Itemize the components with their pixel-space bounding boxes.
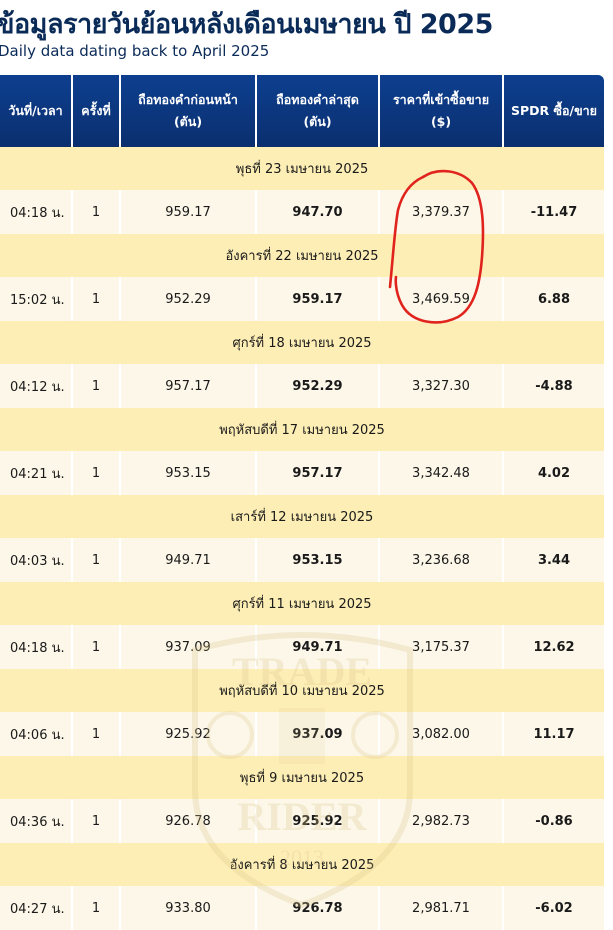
latest-holdings-cell: 937.09 — [256, 712, 380, 756]
trade-price-cell: 3,469.59 — [379, 277, 504, 321]
header-latest-holdings: ถือทองคำล่าสุด (ตัน) — [256, 75, 380, 147]
previous-holdings-cell: 926.78 — [120, 799, 257, 843]
table-row: 15:02 น. 1 952.29 959.17 3,469.59 6.88 — [0, 277, 604, 321]
page-title: ข้อมูลรายวันย้อนหลังเดือนเมษายน ปี 2025 — [0, 9, 493, 40]
previous-holdings-cell: 953.15 — [120, 451, 257, 495]
time-cell: 15:02 น. — [0, 277, 73, 321]
latest-holdings-cell: 953.15 — [256, 538, 380, 582]
latest-holdings-cell: 949.71 — [256, 625, 380, 669]
table-row: 04:36 น. 1 926.78 925.92 2,982.73 -0.86 — [0, 799, 604, 843]
table-row: 04:12 น. 1 957.17 952.29 3,327.30 -4.88 — [0, 364, 604, 408]
header-date-time: วันที่/เวลา — [0, 75, 73, 147]
time-cell: 04:03 น. — [0, 538, 73, 582]
date-group-row: เสาร์ที่ 12 เมษายน 2025 — [0, 495, 604, 538]
date-group-row: พฤหัสบดีที่ 17 เมษายน 2025 — [0, 408, 604, 451]
header-count: ครั้งที่ — [72, 75, 121, 147]
count-cell: 1 — [72, 190, 121, 234]
table-row: 04:27 น. 1 933.80 926.78 2,981.71 -6.02 — [0, 886, 604, 930]
count-cell: 1 — [72, 538, 121, 582]
time-cell: 04:12 น. — [0, 364, 73, 408]
time-cell: 04:21 น. — [0, 451, 73, 495]
change-cell: 12.62 — [503, 625, 604, 669]
previous-holdings-cell: 925.92 — [120, 712, 257, 756]
date-label: อังคารที่ 8 เมษายน 2025 — [0, 843, 604, 886]
table-body: พุธที่ 23 เมษายน 2025 04:18 น. 1 959.17 947.… — [0, 147, 604, 930]
date-group-row: พุธที่ 23 เมษายน 2025 — [0, 147, 604, 190]
trade-price-cell: 3,082.00 — [379, 712, 504, 756]
table-header-row: วันที่/เวลา ครั้งที่ ถือทองคำก่อนหน้า (ต… — [0, 75, 604, 147]
latest-holdings-cell: 926.78 — [256, 886, 380, 930]
table-row: 04:03 น. 1 949.71 953.15 3,236.68 3.44 — [0, 538, 604, 582]
date-label: เสาร์ที่ 12 เมษายน 2025 — [0, 495, 604, 538]
date-group-row: พฤหัสบดีที่ 10 เมษายน 2025 — [0, 669, 604, 712]
previous-holdings-cell: 959.17 — [120, 190, 257, 234]
change-cell: 3.44 — [503, 538, 604, 582]
latest-holdings-cell: 925.92 — [256, 799, 380, 843]
previous-holdings-cell: 952.29 — [120, 277, 257, 321]
date-label: พุธที่ 9 เมษายน 2025 — [0, 756, 604, 799]
previous-holdings-cell: 957.17 — [120, 364, 257, 408]
trade-price-cell: 2,981.71 — [379, 886, 504, 930]
trade-price-cell: 3,379.37 — [379, 190, 504, 234]
count-cell: 1 — [72, 277, 121, 321]
count-cell: 1 — [72, 799, 121, 843]
count-cell: 1 — [72, 364, 121, 408]
header-spdr-buy-sell: SPDR ซื้อ/ขาย — [503, 75, 604, 147]
trade-price-cell: 2,982.73 — [379, 799, 504, 843]
trade-price-cell: 3,175.37 — [379, 625, 504, 669]
date-label: พฤหัสบดีที่ 17 เมษายน 2025 — [0, 408, 604, 451]
time-cell: 04:27 น. — [0, 886, 73, 930]
change-cell: -4.88 — [503, 364, 604, 408]
change-cell: -11.47 — [503, 190, 604, 234]
count-cell: 1 — [72, 886, 121, 930]
date-group-row: ศุกร์ที่ 18 เมษายน 2025 — [0, 321, 604, 364]
date-group-row: อังคารที่ 22 เมษายน 2025 — [0, 234, 604, 277]
spdr-holdings-table: วันที่/เวลา ครั้งที่ ถือทองคำก่อนหน้า (ต… — [0, 75, 604, 930]
date-label: ศุกร์ที่ 11 เมษายน 2025 — [0, 582, 604, 625]
header-previous-holdings: ถือทองคำก่อนหน้า (ตัน) — [120, 75, 257, 147]
trade-price-cell: 3,236.68 — [379, 538, 504, 582]
trade-price-cell: 3,342.48 — [379, 451, 504, 495]
count-cell: 1 — [72, 451, 121, 495]
date-label: พุธที่ 23 เมษายน 2025 — [0, 147, 604, 190]
previous-holdings-cell: 933.80 — [120, 886, 257, 930]
table-row: 04:18 น. 1 959.17 947.70 3,379.37 -11.47 — [0, 190, 604, 234]
page-subtitle: Daily data dating back to April 2025 — [0, 42, 270, 60]
table-row: 04:21 น. 1 953.15 957.17 3,342.48 4.02 — [0, 451, 604, 495]
date-label: ศุกร์ที่ 18 เมษายน 2025 — [0, 321, 604, 364]
latest-holdings-cell: 959.17 — [256, 277, 380, 321]
latest-holdings-cell: 947.70 — [256, 190, 380, 234]
previous-holdings-cell: 937.09 — [120, 625, 257, 669]
trade-price-cell: 3,327.30 — [379, 364, 504, 408]
change-cell: 11.17 — [503, 712, 604, 756]
change-cell: 6.88 — [503, 277, 604, 321]
table-row: 04:06 น. 1 925.92 937.09 3,082.00 11.17 — [0, 712, 604, 756]
header-trade-price: ราคาที่เข้าซื้อขาย ($) — [379, 75, 504, 147]
date-label: พฤหัสบดีที่ 10 เมษายน 2025 — [0, 669, 604, 712]
count-cell: 1 — [72, 712, 121, 756]
change-cell: -0.86 — [503, 799, 604, 843]
count-cell: 1 — [72, 625, 121, 669]
date-group-row: พุธที่ 9 เมษายน 2025 — [0, 756, 604, 799]
time-cell: 04:18 น. — [0, 190, 73, 234]
previous-holdings-cell: 949.71 — [120, 538, 257, 582]
date-label: อังคารที่ 22 เมษายน 2025 — [0, 234, 604, 277]
time-cell: 04:36 น. — [0, 799, 73, 843]
change-cell: 4.02 — [503, 451, 604, 495]
date-group-row: อังคารที่ 8 เมษายน 2025 — [0, 843, 604, 886]
latest-holdings-cell: 957.17 — [256, 451, 380, 495]
change-cell: -6.02 — [503, 886, 604, 930]
time-cell: 04:18 น. — [0, 625, 73, 669]
date-group-row: ศุกร์ที่ 11 เมษายน 2025 — [0, 582, 604, 625]
latest-holdings-cell: 952.29 — [256, 364, 380, 408]
time-cell: 04:06 น. — [0, 712, 73, 756]
table-row: 04:18 น. 1 937.09 949.71 3,175.37 12.62 — [0, 625, 604, 669]
